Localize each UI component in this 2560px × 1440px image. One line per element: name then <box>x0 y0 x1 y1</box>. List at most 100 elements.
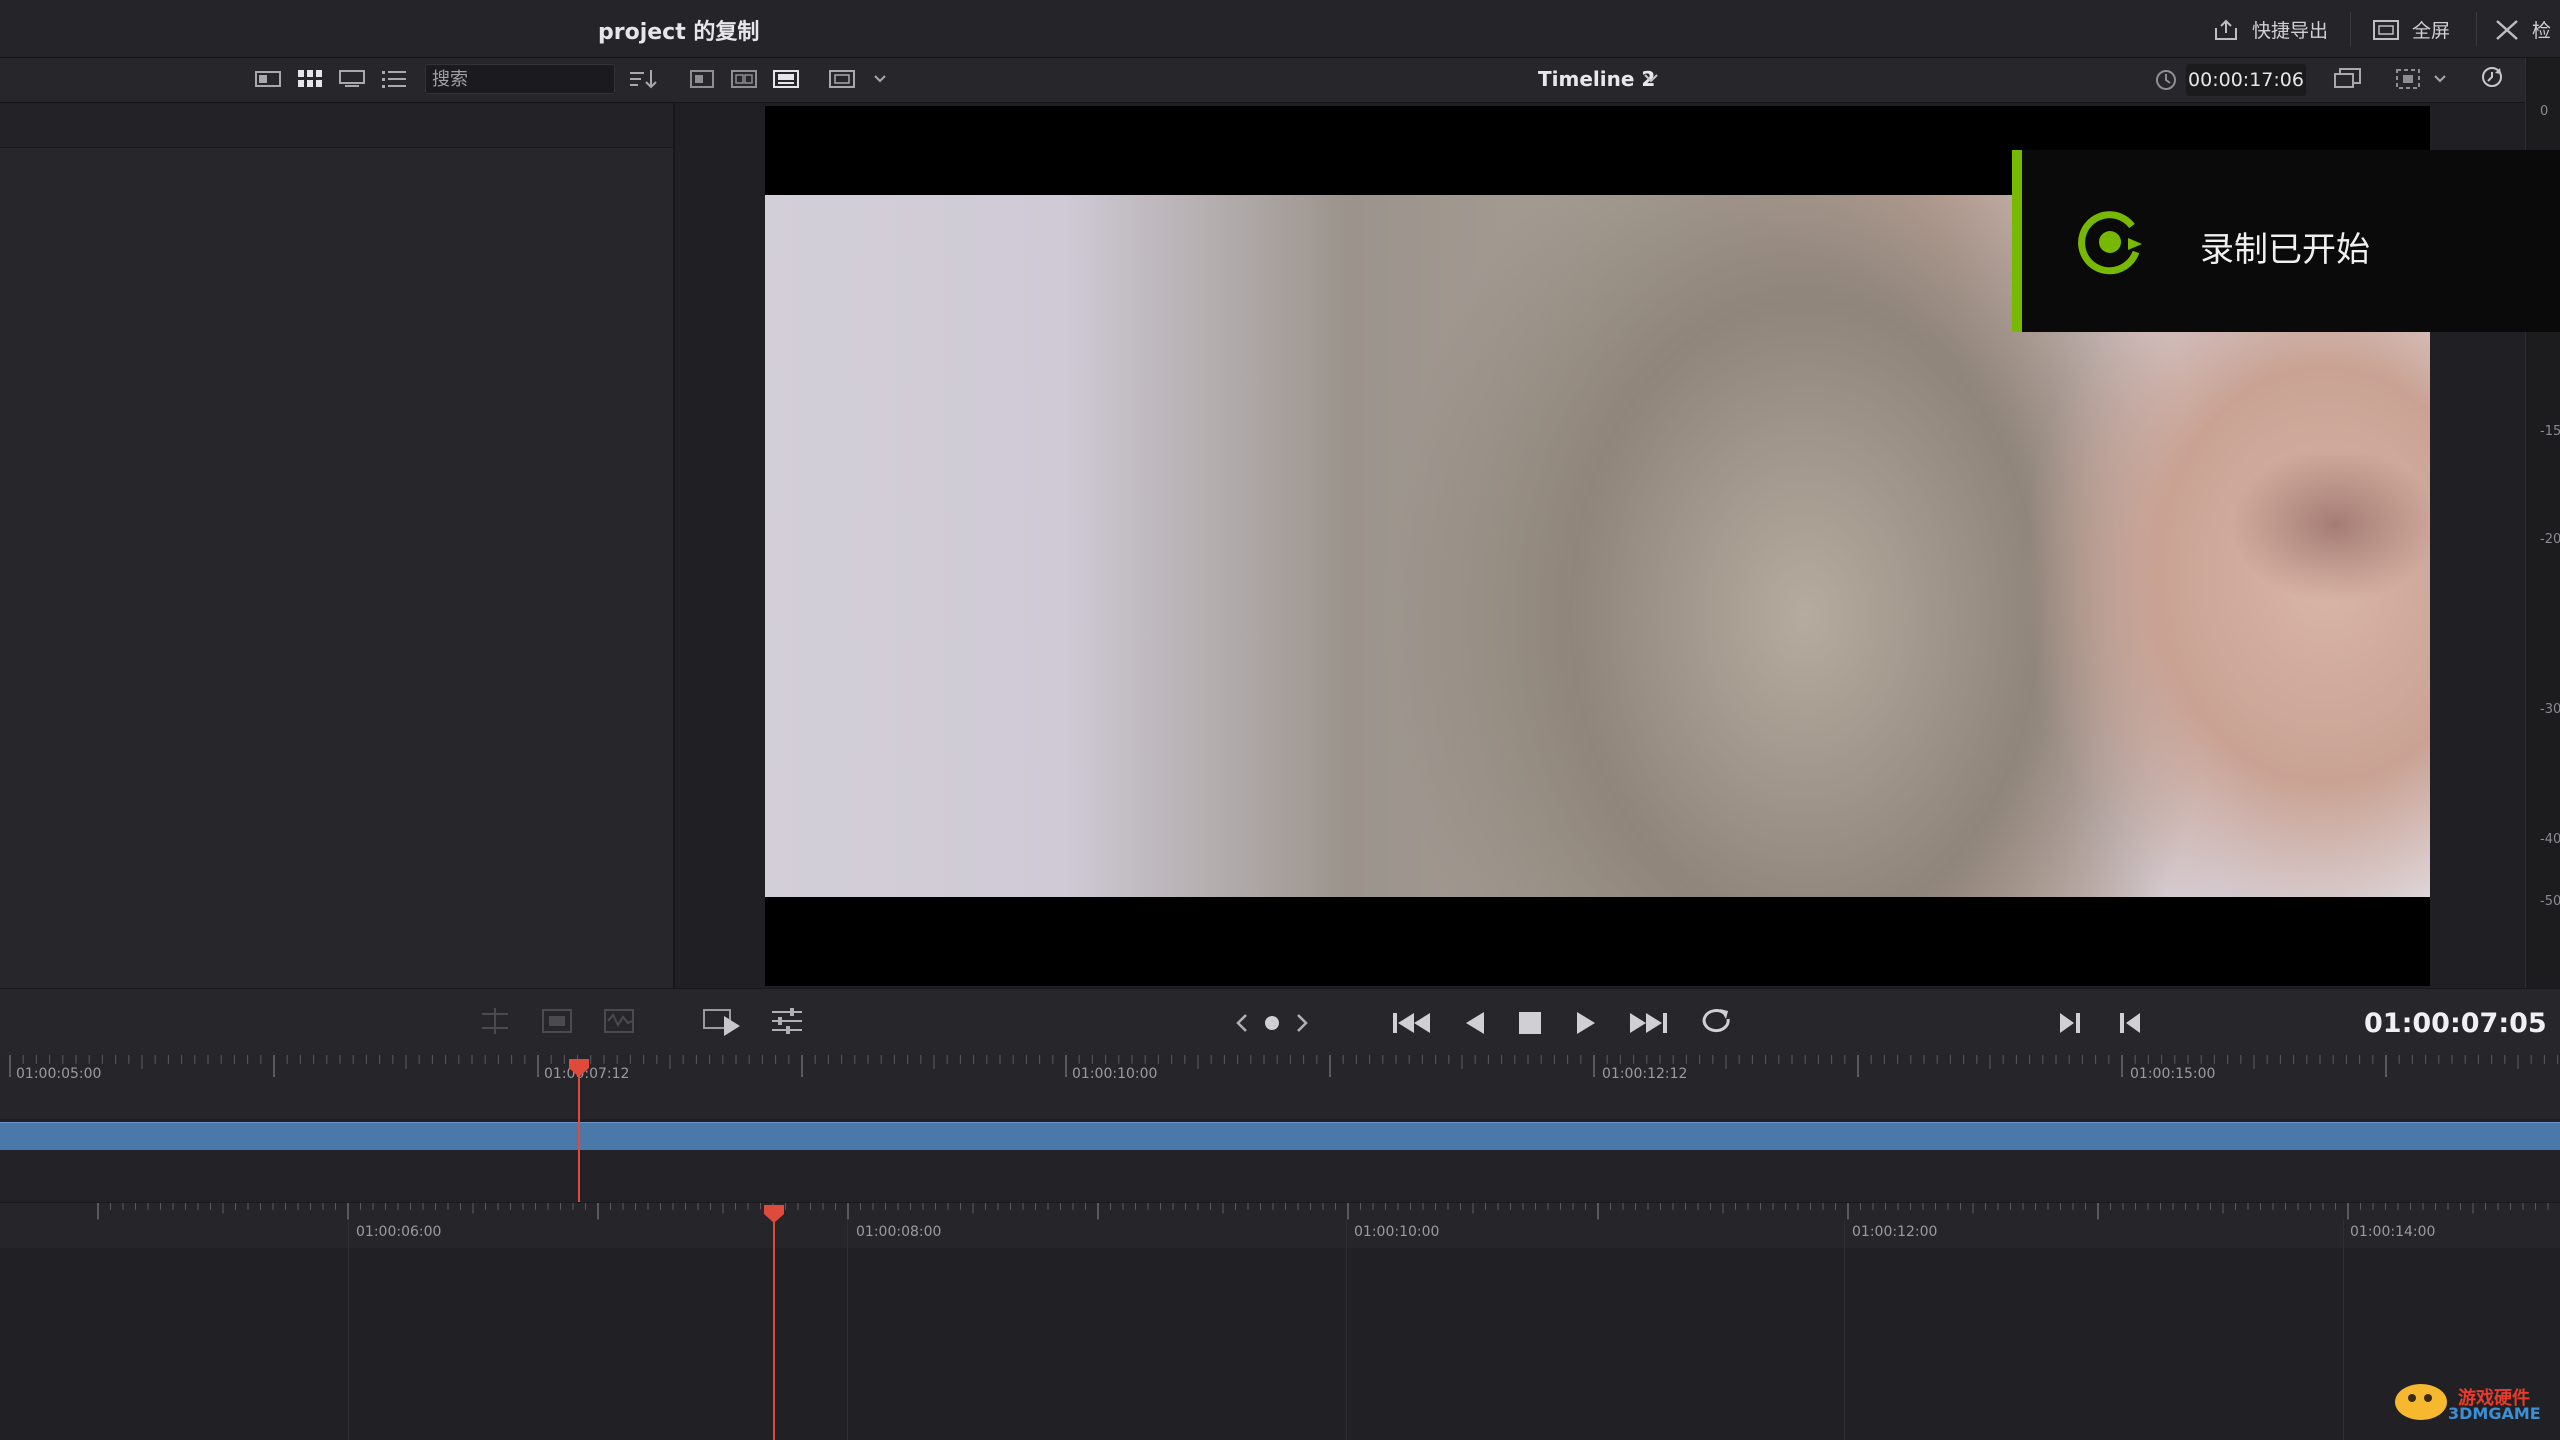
sort-icon <box>630 70 657 89</box>
quick-export-label: 快捷导出 <box>2252 20 2329 42</box>
grid-line <box>2343 1220 2344 1440</box>
chevron-left-icon <box>1236 1014 1247 1032</box>
split-icon <box>482 1008 508 1034</box>
list-icon <box>382 71 406 88</box>
timecode-clock-icon <box>2154 68 2178 96</box>
viewer-size-button[interactable] <box>828 68 856 90</box>
media-pool-header <box>0 103 673 148</box>
loop-icon <box>1702 1009 1730 1033</box>
zoom-button[interactable] <box>2394 68 2422 90</box>
upper-timeline-ruler[interactable] <box>0 1055 2560 1119</box>
viewer-size-dropdown[interactable] <box>866 68 894 90</box>
upper-playhead-line[interactable] <box>578 1064 580 1204</box>
jog-next-button[interactable] <box>1290 1005 1314 1045</box>
media-pool-panel <box>0 103 675 988</box>
timeline-selector-chevron[interactable] <box>1642 70 1660 89</box>
ruler-label: 01:00:10:00 <box>1354 1224 1440 1240</box>
fullscreen-button[interactable]: 全屏 <box>2372 16 2450 43</box>
viewer-mode-cinema-button[interactable] <box>772 68 800 90</box>
tools-icon <box>2496 19 2518 40</box>
play-reverse-icon <box>1466 1012 1484 1034</box>
current-timecode[interactable]: 01:00:07:05 <box>2364 1008 2547 1039</box>
skip-forward-icon <box>1630 1013 1667 1033</box>
timeline-options-button[interactable] <box>770 1006 804 1040</box>
dot-icon <box>1265 1016 1279 1030</box>
grid-line <box>1844 1220 1845 1440</box>
title-bar <box>0 0 2560 58</box>
project-title: project 的复制 <box>598 20 760 45</box>
chevron-down-icon <box>1644 74 1658 83</box>
clip-fit-button[interactable] <box>540 1006 574 1040</box>
meter-label: -30 <box>2540 702 2560 717</box>
filmstrip-view-button[interactable] <box>338 68 366 90</box>
ruler-label: 01:00:10:00 <box>1072 1066 1158 1082</box>
play-button[interactable] <box>1570 1005 1602 1045</box>
split-clip-button[interactable] <box>478 1006 512 1040</box>
audio-waveform-button[interactable] <box>602 1006 636 1040</box>
quick-export-button[interactable]: 快捷导出 <box>2212 16 2328 43</box>
ruler-label: 01:00:06:00 <box>356 1224 442 1240</box>
zoom-dropdown[interactable] <box>2426 68 2454 90</box>
list-view-button[interactable] <box>380 68 408 90</box>
metadata-view-button[interactable] <box>254 68 282 90</box>
watermark-subtext: 3DMGAME <box>2448 1404 2541 1423</box>
stop-button[interactable] <box>1514 1005 1546 1045</box>
lower-playhead-marker[interactable] <box>763 1204 785 1228</box>
grid-line <box>348 1220 349 1440</box>
skip-back-icon <box>1393 1013 1430 1033</box>
ruler-label: 01:00:12:12 <box>1602 1066 1688 1082</box>
ruler-label: 01:00:12:00 <box>1852 1224 1938 1240</box>
lower-track[interactable] <box>0 1248 2560 1440</box>
thumbnail-view-button[interactable] <box>296 68 324 90</box>
search-input[interactable]: 搜索 <box>425 64 615 94</box>
chevron-down-icon <box>874 75 886 83</box>
single-viewer-icon <box>690 70 714 88</box>
playback-mode-icon <box>703 1009 740 1036</box>
go-to-end-button[interactable] <box>1626 1005 1670 1045</box>
jog-center-button[interactable] <box>1258 1005 1286 1045</box>
refresh-clock-icon <box>2482 67 2502 87</box>
dual-monitor-button[interactable] <box>2334 68 2362 90</box>
clip-icon <box>542 1009 572 1033</box>
meter-label: 0 <box>2540 104 2549 119</box>
sort-button[interactable] <box>630 68 658 90</box>
loop-button[interactable] <box>1696 1005 1736 1045</box>
upper-playhead-marker[interactable] <box>568 1058 590 1082</box>
inspector-label: 检 <box>2532 20 2552 42</box>
viewer-mode-single-button[interactable] <box>688 68 716 90</box>
play-icon <box>1577 1012 1595 1034</box>
playback-options-button[interactable] <box>2478 66 2506 88</box>
mark-in-icon <box>2060 1013 2080 1033</box>
viewer-mode-dual-button[interactable] <box>730 68 758 90</box>
meter-label: -40 <box>2540 832 2560 847</box>
timeline-clip[interactable] <box>0 1122 2560 1152</box>
chevron-down-icon <box>2434 75 2446 83</box>
recording-notification-text: 录制已开始 <box>2200 230 2370 270</box>
metadata-view-icon <box>255 71 281 87</box>
watermark-logo <box>2390 1374 2452 1428</box>
dual-viewer-icon <box>731 70 757 88</box>
meter-label: -50 <box>2540 894 2560 909</box>
monitor-icon <box>2334 68 2361 88</box>
titlebar-divider <box>2476 12 2477 46</box>
jog-previous-button[interactable] <box>1230 1005 1254 1045</box>
titlebar-divider <box>2350 12 2351 46</box>
chevron-right-icon <box>1297 1014 1308 1032</box>
cinema-viewer-icon <box>773 70 799 88</box>
inspector-button[interactable]: 检 <box>2494 16 2551 43</box>
record-icon <box>2072 204 2158 288</box>
export-icon <box>2215 19 2237 40</box>
play-reverse-button[interactable] <box>1458 1005 1490 1045</box>
lower-playhead-line[interactable] <box>773 1210 775 1440</box>
mark-in-button[interactable] <box>2054 1005 2086 1045</box>
timeline-selector[interactable]: Timeline 2 <box>1538 67 1655 91</box>
ruler-label: 01:00:15:00 <box>2130 1066 2216 1082</box>
go-to-start-button[interactable] <box>1390 1005 1434 1045</box>
mark-out-button[interactable] <box>2114 1005 2146 1045</box>
source-timecode[interactable]: 00:00:17:06 <box>2186 64 2306 96</box>
playback-mode-button[interactable] <box>702 1006 744 1042</box>
grid-line <box>847 1220 848 1440</box>
meter-label: -15 <box>2540 424 2560 439</box>
filmstrip-icon <box>339 70 365 87</box>
fullscreen-icon <box>2373 19 2399 40</box>
